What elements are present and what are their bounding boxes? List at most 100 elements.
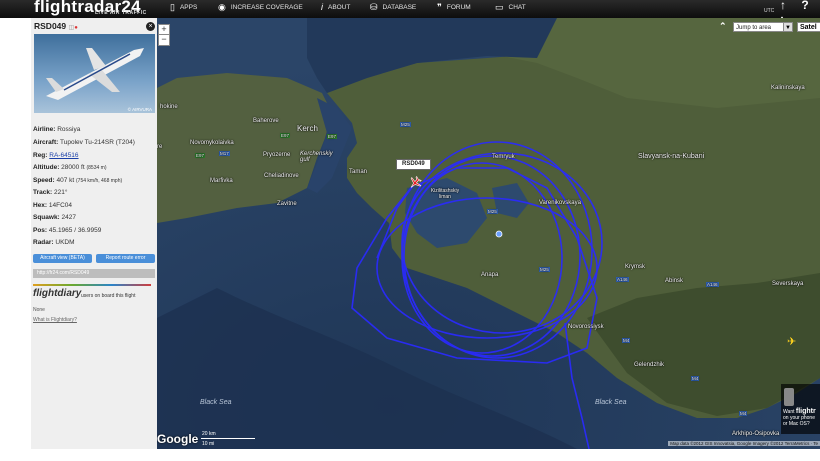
- map-terrain: [157, 18, 820, 449]
- nav-chat-label: CHAT: [508, 4, 526, 11]
- place-label: Pryozerne: [263, 152, 291, 158]
- place-label: Krymsk: [625, 264, 645, 270]
- pos-row: Pos: 45.1965 / 36.9959: [33, 227, 102, 234]
- speed-row: Speed: 407 kt (754 km/h, 468 mph): [33, 177, 123, 184]
- database-icon: ⛁: [370, 2, 378, 12]
- eye-icon: ◉: [218, 2, 226, 12]
- flightdiary-tagline: users on board this flight: [81, 293, 136, 299]
- scale-km-label: 20 km: [202, 431, 216, 437]
- report-route-error-button[interactable]: Report route error: [96, 254, 155, 263]
- other-aircraft-icon[interactable]: ✈: [787, 335, 796, 348]
- pos-value: 45.1965 / 36.9959: [48, 227, 102, 234]
- airline-value: Rossiya: [57, 126, 81, 133]
- place-label: Temryuk: [492, 154, 515, 160]
- nav-increase-coverage[interactable]: ◉ INCREASE COVERAGE: [218, 2, 303, 13]
- callsign-text: RSD049: [34, 21, 67, 31]
- road-shield: M4: [622, 338, 631, 343]
- road-shield: E97: [195, 153, 206, 158]
- zoom-out-button[interactable]: −: [158, 34, 170, 46]
- aircraft-view-button[interactable]: Aircraft view (BETA): [33, 254, 92, 263]
- flight-url-field[interactable]: http://fr24.com/RSD049: [33, 269, 155, 278]
- photo-credit: © AIRVURA: [127, 107, 152, 112]
- road-shield: E97: [280, 133, 291, 138]
- place-label: Kerchenskiy gulf: [300, 151, 333, 163]
- place-label: Novomykolaivka: [190, 140, 234, 146]
- place-label: Anapa: [481, 272, 499, 278]
- utc-label: UTC: [764, 8, 775, 14]
- altitude-value: 28000 ft: [61, 164, 85, 171]
- road-shield: A146: [616, 277, 629, 282]
- nav-apps-label: APPS: [179, 4, 198, 11]
- hex-row: Hex: 14FC04: [33, 202, 73, 209]
- road-shield: M25: [487, 209, 498, 214]
- close-icon[interactable]: ×: [146, 22, 155, 31]
- track-value: 221°: [53, 189, 68, 196]
- google-logo: Google: [157, 432, 199, 446]
- road-shield: M4: [691, 376, 700, 381]
- flightdiary-color-bar: [33, 284, 151, 286]
- squawk-row: Squawk: 2427: [33, 214, 77, 221]
- chevron-down-icon[interactable]: ▼: [783, 22, 793, 32]
- nav-about-label: ABOUT: [328, 3, 351, 11]
- logo-tagline: LIVE AIR TRAFFIC: [95, 10, 147, 16]
- nav-database-label: DATABASE: [382, 4, 417, 11]
- reg-row: Reg: RA-64516: [33, 152, 79, 159]
- radar-value: UKDM: [55, 239, 75, 246]
- airline-row: Airline: Rossiya: [33, 126, 81, 133]
- road-shield: M25: [400, 122, 411, 127]
- place-label: Varenikovskaya: [539, 200, 581, 206]
- chat-icon: ▭: [495, 2, 504, 12]
- map-type-satellite-button[interactable]: Satel: [797, 22, 820, 32]
- info-icon: i: [321, 2, 323, 12]
- airport-icon[interactable]: [495, 230, 503, 238]
- nav-forum[interactable]: ❞ FORUM: [437, 2, 471, 13]
- place-label: Marfivka: [210, 178, 233, 184]
- aircraft-row: Aircraft: Tupolev Tu-214SR (T204): [33, 139, 135, 146]
- scale-bar: [201, 438, 255, 439]
- what-is-flightdiary-link[interactable]: What is Flightdiary?: [33, 317, 77, 323]
- place-label: hokine: [160, 104, 178, 110]
- promo-text: Want flightr on your phone or Mac OS?: [783, 408, 816, 427]
- selected-plane-icon[interactable]: [408, 176, 422, 190]
- road-shield: E97: [327, 134, 338, 139]
- hex-value: 14FC04: [48, 202, 73, 209]
- top-navigation-bar: flightradar24 LIVE AIR TRAFFIC ▯ APPS ◉ …: [0, 0, 820, 26]
- place-label: Taman: [349, 169, 368, 175]
- flightdiary-logo[interactable]: flightdiary: [33, 288, 81, 299]
- quote-icon: ❞: [437, 2, 442, 12]
- sea-label: Black Sea: [200, 399, 232, 406]
- flightdiary-users: None: [33, 307, 45, 313]
- nav-database[interactable]: ⛁ DATABASE: [370, 2, 416, 13]
- reg-link[interactable]: RA-64516: [49, 152, 78, 159]
- radar-row: Radar: UKDM: [33, 239, 75, 246]
- road-shield: M17: [219, 151, 230, 156]
- nav-about[interactable]: i ABOUT: [321, 2, 350, 12]
- nav-chat[interactable]: ▭ CHAT: [495, 2, 526, 13]
- aircraft-value: Tupolev Tu-214SR (T204): [60, 139, 135, 146]
- record-icon[interactable]: ●: [74, 25, 78, 31]
- scale-mi-label: 10 mi: [202, 441, 215, 447]
- altitude-metric: (8534 m): [86, 165, 107, 171]
- collapse-icon[interactable]: ⌃: [719, 21, 727, 32]
- aircraft-photo[interactable]: © AIRVURA: [34, 34, 155, 113]
- map-attribution[interactable]: Map data ©2012 GIS Innovatsia, Google Im…: [668, 441, 820, 446]
- flight-callout-label[interactable]: RSD049: [396, 159, 431, 170]
- flight-info-panel: RSD049 ◫● × © AIRVURA Airline: Rossiya A…: [31, 18, 158, 449]
- place-label: Novorossiysk: [568, 324, 604, 330]
- nav-increase-coverage-label: INCREASE COVERAGE: [230, 4, 303, 11]
- place-label: Slavyansk-na-Kubani: [638, 153, 705, 160]
- place-label: Zavitne: [277, 201, 297, 207]
- flight-callsign: RSD049 ◫●: [34, 21, 78, 31]
- mobile-app-promo[interactable]: Want flightr on your phone or Mac OS?: [781, 384, 820, 434]
- altitude-row: Altitude: 28000 ft (8534 m): [33, 164, 107, 171]
- phone-icon: ▯: [170, 2, 175, 12]
- speed-value: 407 kt: [56, 177, 75, 184]
- place-label: Kizilitashskiy liman: [430, 188, 460, 200]
- place-label: Baherove: [253, 118, 279, 124]
- road-shield: M4: [739, 411, 748, 416]
- road-shield: A146: [706, 282, 719, 287]
- map-view[interactable]: hokine Baherove Kerch Novomykolaivka Pry…: [157, 18, 820, 449]
- place-label: Kerch: [297, 124, 318, 133]
- place-label: Kalininskaya: [771, 85, 805, 91]
- nav-apps[interactable]: ▯ APPS: [170, 2, 197, 13]
